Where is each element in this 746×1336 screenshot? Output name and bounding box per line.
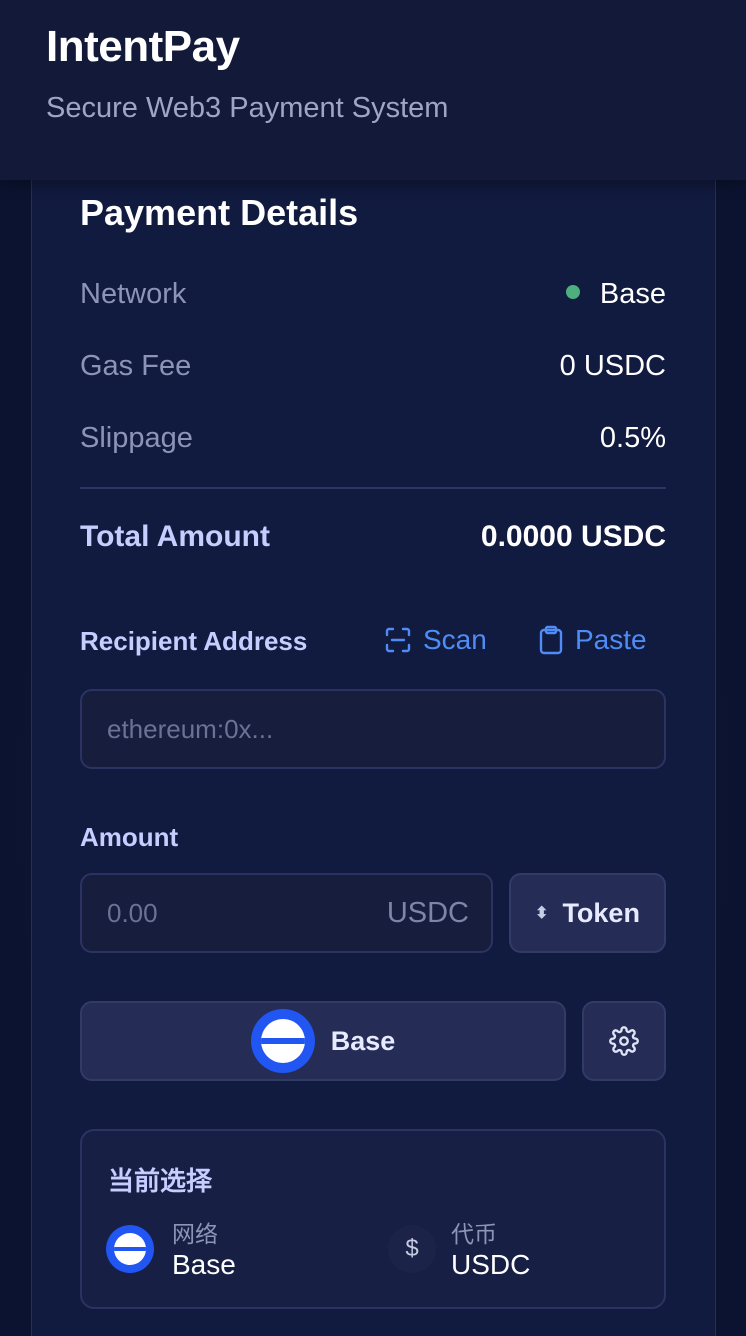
dollar-icon: $ [388,1225,436,1273]
gas-fee-label: Gas Fee [80,350,192,382]
selected-token-key: 代币 [451,1221,497,1247]
slippage-label: Slippage [80,422,193,454]
token-select-button[interactable]: ⬍ Token [509,873,666,953]
network-value: Base [565,278,666,311]
total-amount-value: 0.0000 USDC [480,520,666,553]
total-amount-label: Total Amount [80,520,270,553]
network-select-label: Base [330,1025,396,1056]
current-selection-panel: 当前选择 网络 Base $ 代币 USDC [80,1129,666,1309]
amount-label: Amount [80,822,179,852]
chevron-up-down-icon: ⬍ [535,905,549,922]
selected-network-value: Base [172,1249,236,1280]
base-network-icon [106,1225,154,1273]
token-button-label: Token [562,897,640,928]
current-selection-title: 当前选择 [108,1166,213,1196]
recipient-address-label: Recipient Address [80,626,308,656]
selected-token-value: USDC [451,1249,531,1280]
gear-icon [609,1026,639,1056]
slippage-value: 0.5% [599,422,666,454]
paste-label: Paste [575,624,647,655]
selected-network-key: 网络 [172,1221,218,1247]
settings-button[interactable] [582,1001,666,1081]
network-value-text: Base [599,278,666,310]
payment-details-title: Payment Details [80,192,359,233]
recipient-input-wrapper [80,689,666,769]
details-divider [80,487,666,489]
scan-icon [385,627,411,653]
scan-button[interactable]: Scan [385,624,487,656]
app-title: IntentPay [46,22,240,71]
amount-unit: USDC [386,896,469,929]
network-select-button[interactable]: Base [80,1001,566,1081]
amount-input-wrapper: USDC [80,873,493,953]
paste-button[interactable]: Paste [539,624,647,656]
app-header: IntentPay Secure Web3 Payment System [0,0,746,180]
network-status-dot [565,285,580,300]
scan-label: Scan [423,624,487,655]
base-network-icon [250,1009,315,1073]
recipient-address-input[interactable] [107,713,664,745]
clipboard-icon [539,625,563,655]
network-label: Network [80,278,187,310]
app-subtitle: Secure Web3 Payment System [46,92,449,124]
amount-input[interactable] [107,897,367,929]
gas-fee-value: 0 USDC [559,350,666,382]
